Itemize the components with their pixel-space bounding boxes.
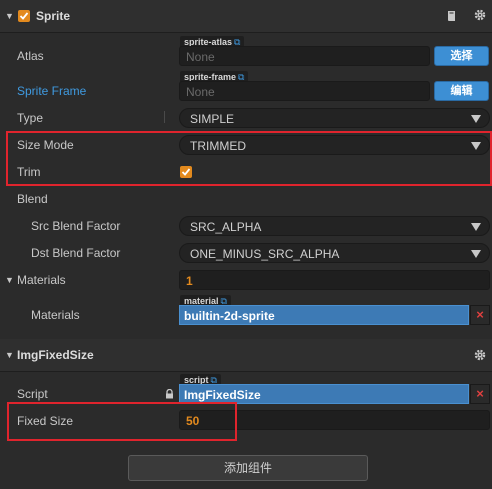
lock-icon	[165, 388, 174, 399]
type-select[interactable]: SIMPLE	[179, 108, 490, 128]
help-book-icon[interactable]	[447, 10, 457, 22]
dst-blend-value: ONE_MINUS_SRC_ALPHA	[190, 247, 340, 261]
material-asset-value: builtin-2d-sprite	[184, 309, 275, 323]
dst-blend-label: Dst Blend Factor	[31, 246, 121, 260]
materials-count-field[interactable]: 1	[179, 270, 490, 290]
dst-blend-select[interactable]: ONE_MINUS_SRC_ALPHA	[179, 243, 490, 263]
type-value: SIMPLE	[190, 112, 235, 126]
add-component-button[interactable]: 添加组件	[128, 455, 368, 481]
settings-gear-icon[interactable]	[474, 349, 486, 361]
remove-material-icon[interactable]: ×	[470, 305, 490, 325]
highlight-box-fixed-size	[7, 402, 237, 441]
sprite-enabled-checkbox[interactable]	[18, 10, 30, 22]
collapse-arrow-icon[interactable]: ▼	[5, 350, 14, 360]
dropdown-caret-icon	[471, 223, 481, 231]
sprite-frame-value: None	[186, 85, 215, 99]
script-asset-value: ImgFixedSize	[184, 388, 261, 402]
dropdown-caret-icon	[471, 250, 481, 258]
highlight-box-size-mode-trim	[6, 131, 492, 186]
script-label: Script	[17, 387, 48, 401]
sprite-title: Sprite	[36, 9, 71, 23]
sprite-frame-label[interactable]: Sprite Frame	[17, 84, 86, 98]
sprite-section-header[interactable]: ▼ Sprite	[0, 0, 492, 33]
blend-label: Blend	[17, 192, 48, 206]
src-blend-label: Src Blend Factor	[31, 219, 121, 233]
sprite-frame-edit-button[interactable]: 编辑	[434, 81, 489, 101]
sprite-frame-field[interactable]: None	[179, 81, 430, 101]
dropdown-caret-icon	[471, 115, 481, 123]
check-icon	[19, 12, 29, 20]
img-fixed-size-section-header[interactable]: ▼ ImgFixedSize	[0, 339, 492, 372]
materials-count-value: 1	[186, 274, 193, 288]
settings-gear-icon[interactable]	[474, 9, 486, 21]
atlas-label: Atlas	[17, 49, 44, 63]
type-label: Type	[17, 111, 44, 125]
resize-divider[interactable]	[164, 111, 165, 123]
src-blend-select[interactable]: SRC_ALPHA	[179, 216, 490, 236]
materials-label: Materials	[31, 308, 80, 322]
atlas-value: None	[186, 50, 215, 64]
collapse-arrow-icon[interactable]: ▼	[5, 11, 14, 21]
remove-script-icon[interactable]: ×	[470, 384, 490, 404]
src-blend-value: SRC_ALPHA	[190, 220, 262, 234]
atlas-select-button[interactable]: 选择	[434, 46, 489, 66]
material-asset-field[interactable]: builtin-2d-sprite	[179, 305, 469, 325]
img-fixed-size-title: ImgFixedSize	[17, 348, 94, 362]
script-asset-field[interactable]: ImgFixedSize	[179, 384, 469, 404]
atlas-field[interactable]: None	[179, 46, 430, 66]
materials-expand-arrow-icon[interactable]: ▼	[5, 275, 14, 285]
materials-count-label: Materials	[17, 273, 66, 287]
